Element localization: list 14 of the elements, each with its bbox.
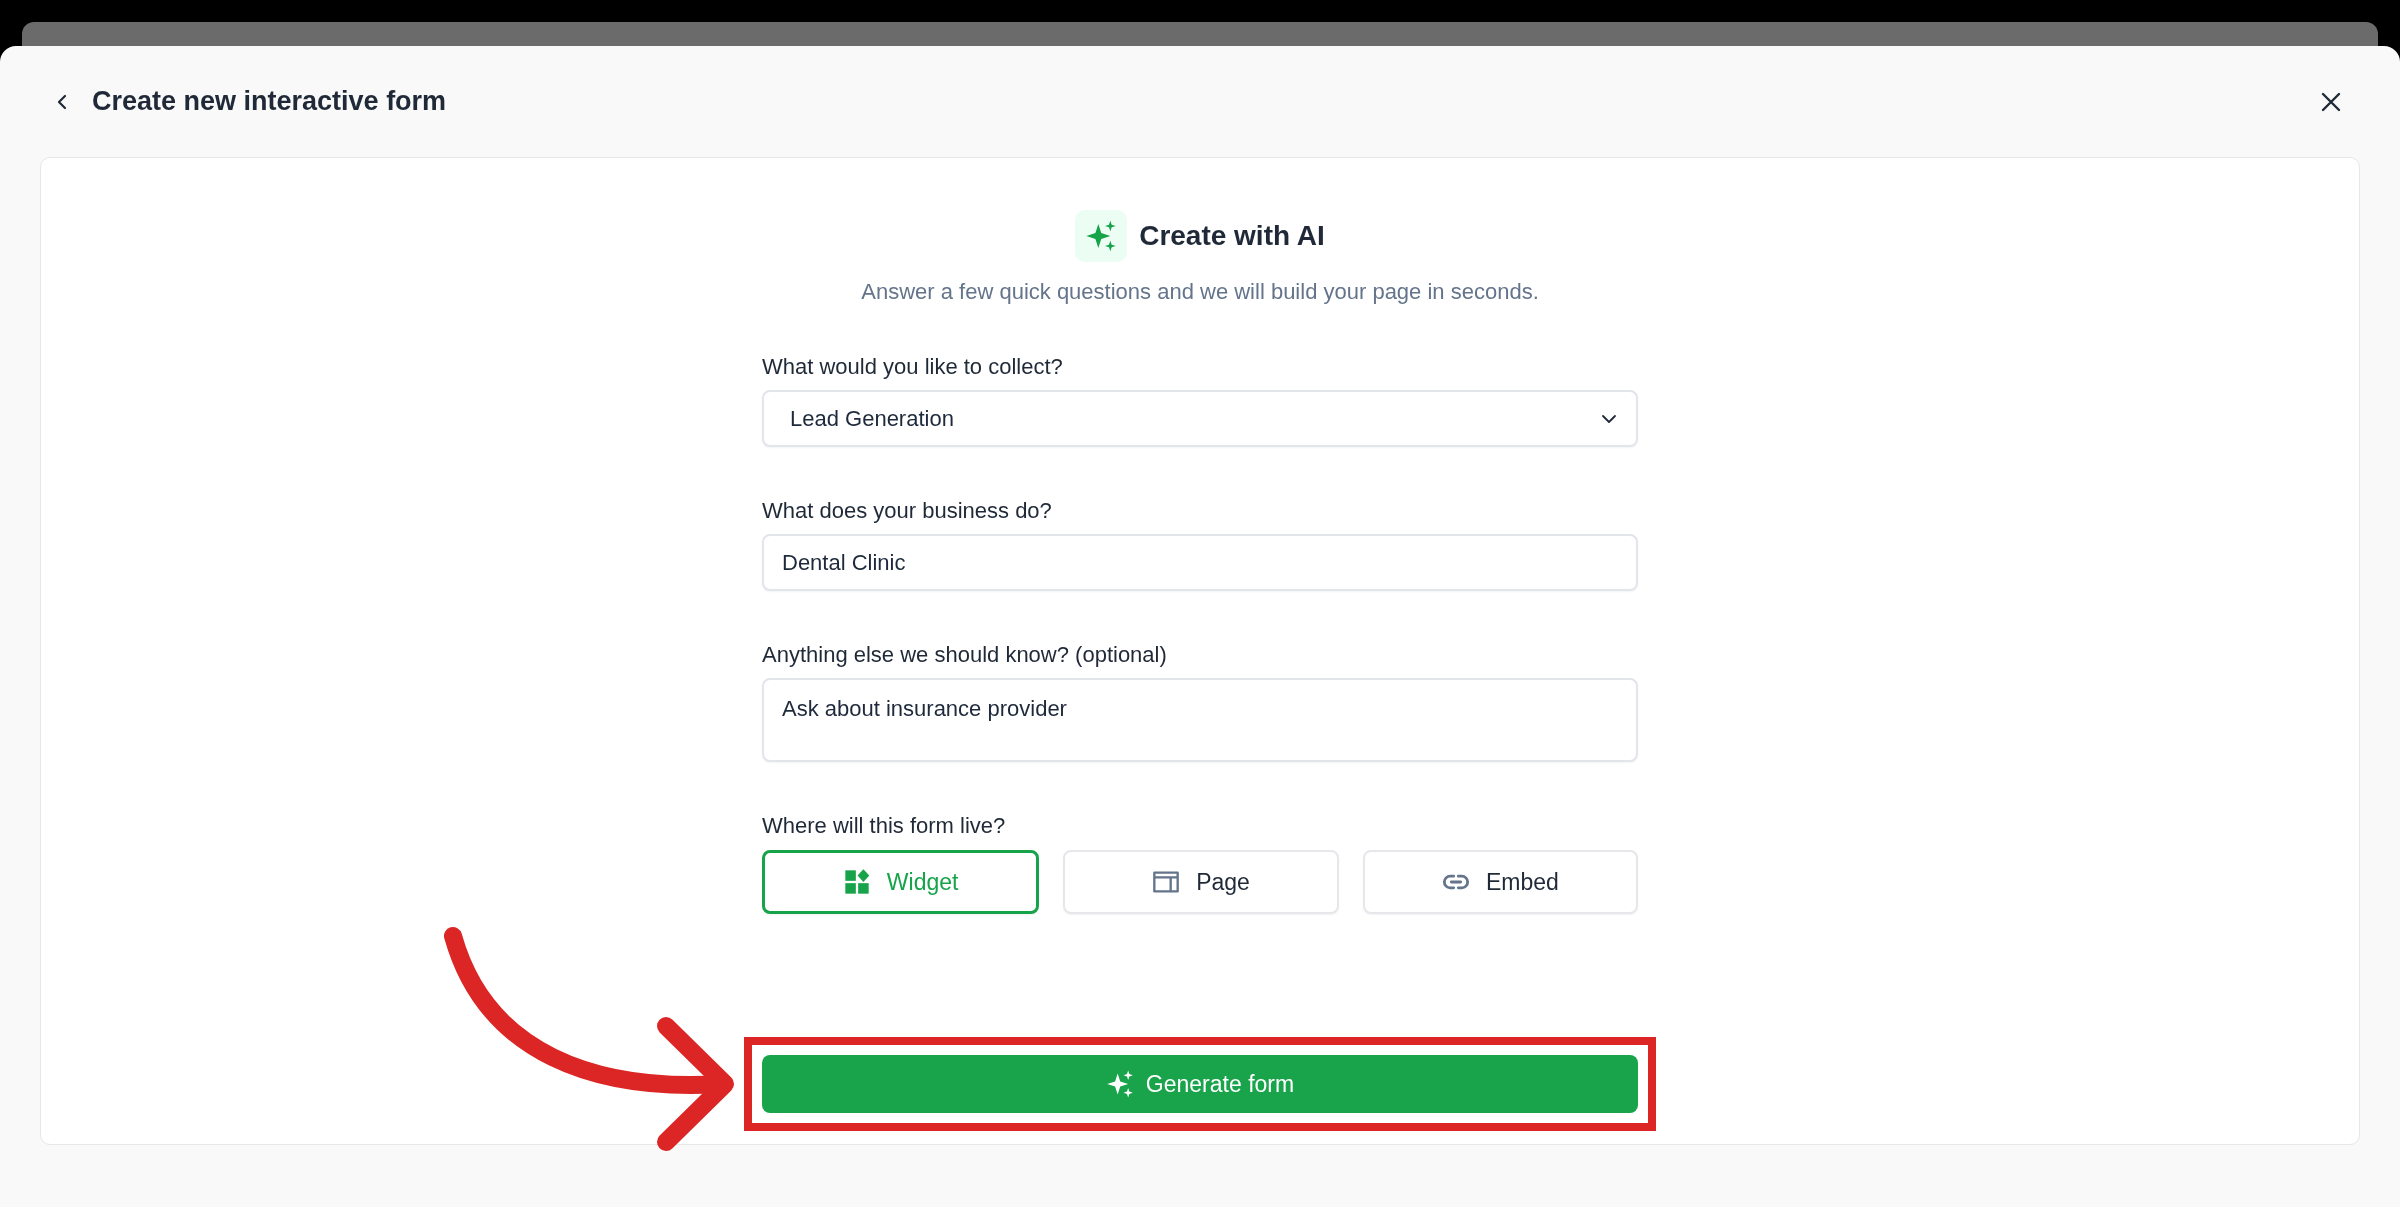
- select-field[interactable]: Lead Generation: [762, 390, 1638, 447]
- intro-subtitle: Answer a few quick questions and we will build your page in seconds.: [861, 279, 1539, 305]
- grid-icon: [842, 868, 871, 896]
- intro-title: Create with AI: [1139, 220, 1325, 252]
- input-field[interactable]: Dental Clinic: [762, 534, 1638, 591]
- placement-option[interactable]: Page: [1063, 850, 1339, 914]
- field-label: Where will this form live?: [762, 813, 1007, 839]
- field-label: What would you like to collect?: [762, 354, 1064, 380]
- field-label: Anything else we should know? (optional): [762, 642, 1168, 668]
- field-label: What does your business do?: [762, 498, 1053, 524]
- text-area[interactable]: Ask about insurance provider: [762, 678, 1638, 762]
- placement-option[interactable]: Embed: [1362, 850, 1638, 914]
- sparkle-icon: [1075, 210, 1128, 262]
- dialog-title: Create new interactive form: [92, 86, 448, 117]
